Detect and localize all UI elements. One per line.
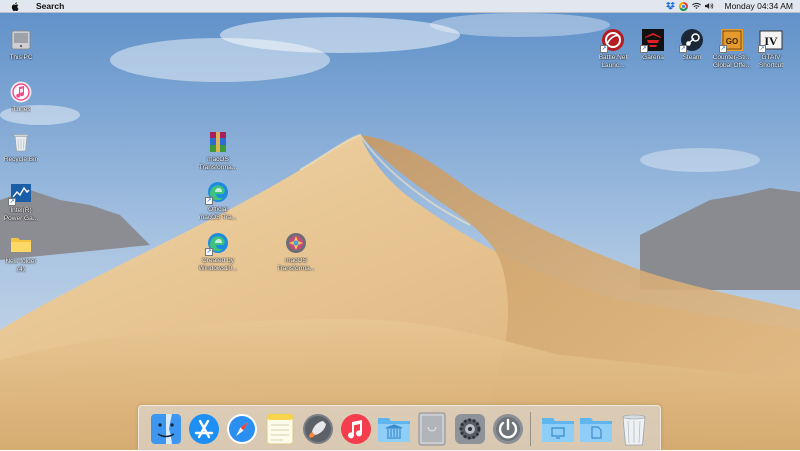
- dock-desktop-folder[interactable]: [541, 411, 575, 447]
- itunes-icon: [9, 80, 33, 104]
- desktop-icon-label: GTAIV Shortcut: [758, 54, 784, 69]
- desktop-icon-new-folder[interactable]: New folder (4): [0, 232, 47, 273]
- desktop-icon-label: Created by Windows10...: [198, 257, 238, 272]
- dropbox-tray-icon[interactable]: [666, 2, 676, 11]
- dock-applications-folder[interactable]: [377, 411, 411, 447]
- desktop-icon-label: This PC: [9, 54, 33, 61]
- documents-folder-icon: [580, 418, 612, 442]
- desktop-wallpaper: [0, 0, 800, 450]
- desktop-icon-gta-iv[interactable]: IV ↗ GTAIV Shortcut: [745, 28, 797, 69]
- wifi-icon[interactable]: [692, 2, 702, 11]
- dock-safari[interactable]: [225, 411, 259, 447]
- desktop-icon-label: Intel(R) Power Ga...: [3, 207, 39, 222]
- dock-notes[interactable]: [263, 411, 297, 447]
- desktop-icon-recycle-bin[interactable]: Recycle Bin: [0, 130, 47, 164]
- battle-net-icon: ↗: [600, 28, 625, 53]
- music-icon: [341, 414, 371, 444]
- desktop-icon-created-by-windows10[interactable]: ↗ Created by Windows10...: [192, 231, 244, 272]
- recycle-bin-icon: [9, 130, 33, 154]
- notes-icon: [266, 413, 294, 445]
- volume-icon[interactable]: [705, 2, 714, 11]
- mac-pro-icon: [418, 412, 446, 446]
- steam-icon: ↗: [679, 28, 704, 53]
- chrome-tray-icon[interactable]: [679, 1, 689, 11]
- shortcut-arrow-icon: ↗: [758, 45, 766, 53]
- this-pc-icon: [9, 28, 33, 52]
- gta-iv-icon: IV ↗: [758, 28, 783, 53]
- dock-system-preferences[interactable]: [453, 411, 487, 447]
- finder-icon: [151, 414, 181, 444]
- dock-app-store[interactable]: [187, 411, 221, 447]
- garena-icon: ↗: [640, 28, 665, 53]
- svg-text:IV: IV: [764, 34, 778, 48]
- launchpad-icon: [303, 414, 333, 444]
- csgo-icon: GO ↗: [719, 28, 744, 53]
- dock-mac-pro[interactable]: [415, 411, 449, 447]
- svg-text:GO: GO: [726, 37, 738, 46]
- desktop-icon-label: Battle.Net Launc...: [598, 54, 628, 69]
- shortcut-arrow-icon: ↗: [719, 45, 727, 53]
- desktop-icon-label: Garena: [642, 54, 664, 61]
- system-preferences-icon: [455, 414, 485, 444]
- desktop-icon-official-macos[interactable]: ↗ Official macOS Tra...: [192, 180, 244, 221]
- desktop-folder-icon: [542, 418, 574, 442]
- edge-icon: ↗: [205, 180, 230, 205]
- dock-divider: [530, 412, 531, 446]
- desktop-icon-this-pc[interactable]: This PC: [0, 28, 47, 62]
- intel-power-gadget-icon: ↗: [8, 181, 33, 206]
- macos-transformation-pack-icon: [284, 231, 308, 255]
- desktop-icon-label: Steam: [682, 54, 702, 61]
- winrar-archive-icon: [206, 130, 230, 154]
- shortcut-arrow-icon: ↗: [205, 248, 213, 256]
- shortcut-arrow-icon: ↗: [205, 197, 213, 205]
- power-icon: [493, 414, 523, 444]
- desktop-icon-label: Recycle Bin: [3, 156, 39, 163]
- shortcut-arrow-icon: ↗: [679, 45, 687, 53]
- dock-launchpad[interactable]: [301, 411, 335, 447]
- dock-finder[interactable]: [149, 411, 183, 447]
- desktop-icon-label: iTunes: [11, 106, 31, 113]
- dock: [138, 405, 661, 451]
- shortcut-arrow-icon: ↗: [600, 45, 608, 53]
- folder-icon: [9, 232, 33, 256]
- dock-music[interactable]: [339, 411, 373, 447]
- safari-icon: [227, 414, 257, 444]
- shortcut-arrow-icon: ↗: [8, 198, 16, 206]
- applications-folder-icon: [378, 418, 410, 442]
- desktop-icon-macos-transformation-archive[interactable]: macOS Transforma...: [192, 130, 244, 171]
- trash-icon: [622, 414, 646, 446]
- desktop-icon-label: New folder (4): [5, 258, 37, 273]
- search-menu[interactable]: Search: [36, 1, 64, 11]
- menubar-clock[interactable]: Monday 04:34 AM: [724, 1, 793, 11]
- desktop-icon-intel-power-gadget[interactable]: ↗ Intel(R) Power Ga...: [0, 181, 47, 222]
- desktop-icon-itunes[interactable]: iTunes: [0, 80, 47, 114]
- menu-bar: Search Monday 04:34 AM: [0, 0, 800, 13]
- dock-trash[interactable]: [617, 411, 651, 447]
- desktop-icon-label: macOS Transforma...: [198, 156, 238, 171]
- edge-icon: ↗: [205, 231, 230, 256]
- dock-power[interactable]: [491, 411, 525, 447]
- desktop-icon-label: Official macOS Tra...: [198, 206, 238, 221]
- desktop-icon-label: macOS Transforma...: [276, 257, 316, 272]
- desktop-icon-macos-transformation[interactable]: macOS Transforma...: [270, 231, 322, 272]
- apple-menu-icon[interactable]: [9, 0, 21, 12]
- dock-documents-folder[interactable]: [579, 411, 613, 447]
- app-store-icon: [189, 414, 219, 444]
- shortcut-arrow-icon: ↗: [640, 45, 648, 53]
